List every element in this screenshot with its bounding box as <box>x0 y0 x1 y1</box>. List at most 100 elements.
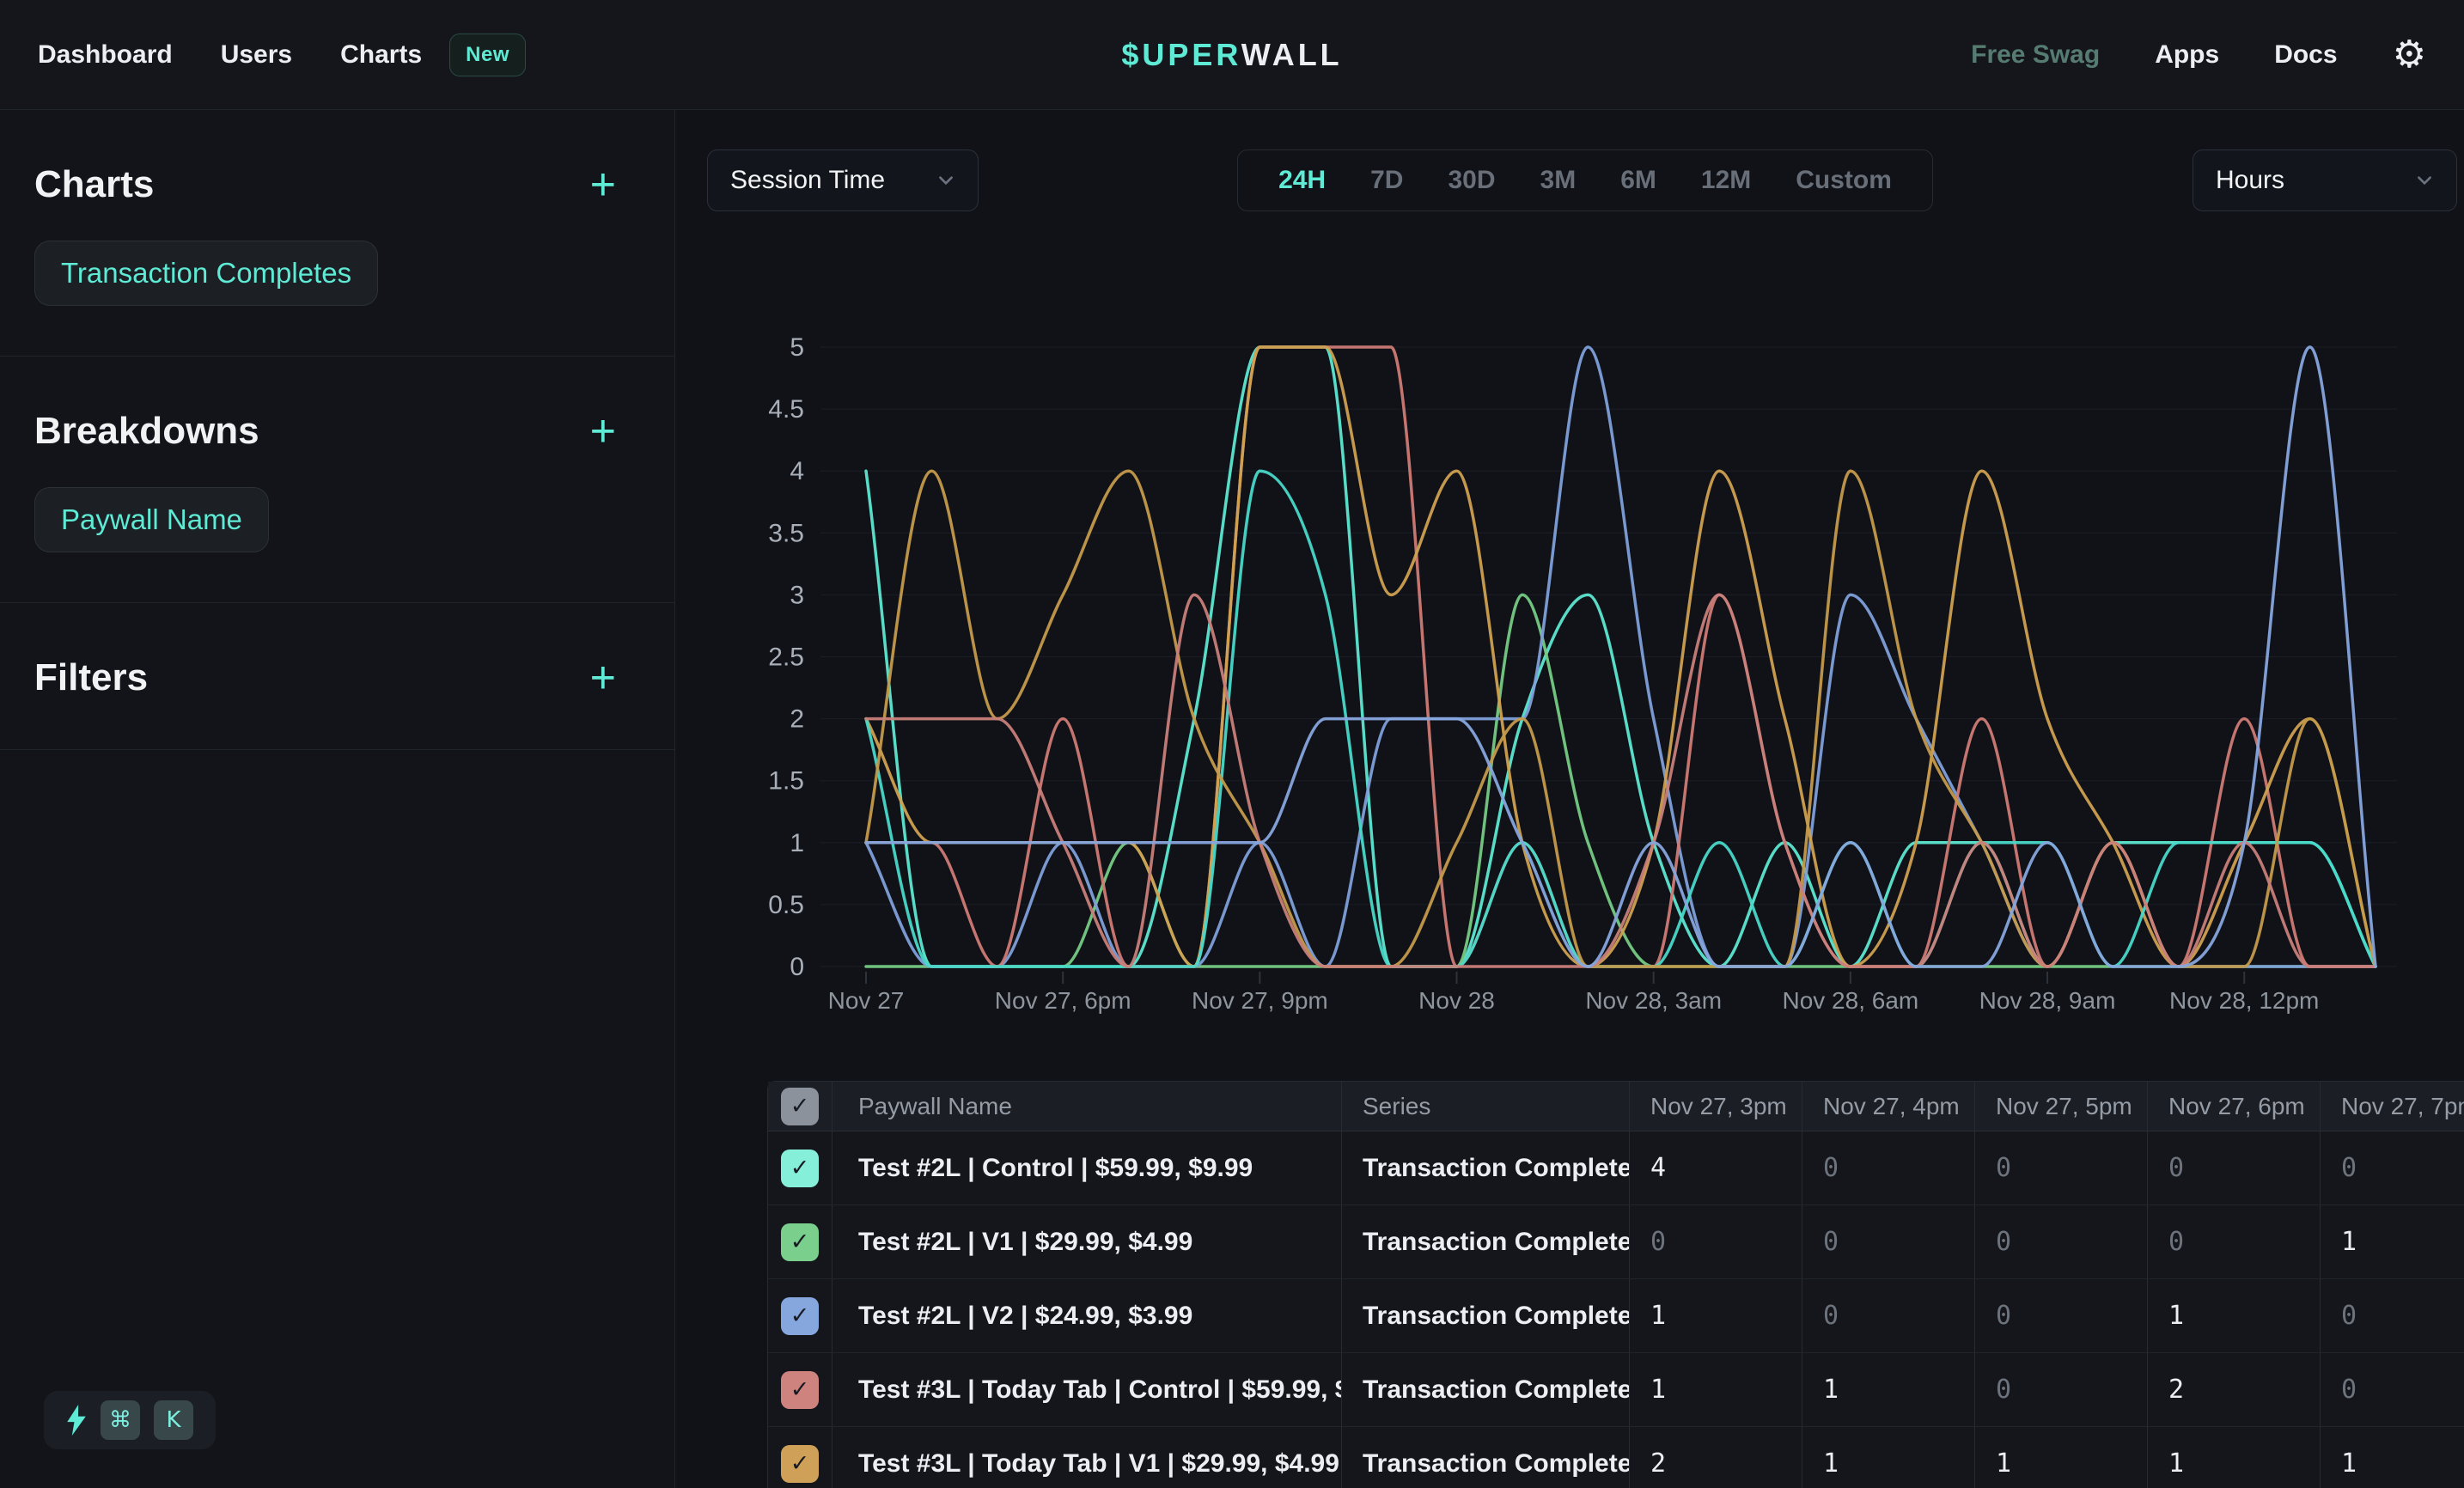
value-cell: 1 <box>1975 1427 2148 1488</box>
x-axis-tick-label: Nov 27, 9pm <box>1192 987 1328 1014</box>
add-chart-button[interactable]: + <box>590 168 640 202</box>
value-cell: 0 <box>2148 1131 2321 1204</box>
value-cell: 0 <box>1975 1131 2148 1204</box>
add-breakdown-button[interactable]: + <box>590 414 640 448</box>
value-cell: 0 <box>1802 1131 1975 1204</box>
header-checkbox-cell: ✓ <box>768 1082 833 1131</box>
add-filter-button[interactable]: + <box>590 661 640 695</box>
nav-free-swag[interactable]: Free Swag <box>1971 40 2100 70</box>
nav-apps[interactable]: Apps <box>2155 40 2219 70</box>
main-content: Session Time 24H 7D 30D 3M 6M 12M Custom Hours… <box>675 110 2464 1488</box>
select-all-checkbox[interactable]: ✓ <box>781 1088 819 1125</box>
row-checkbox-cell: ✓ <box>768 1131 833 1204</box>
logo-teal-part: $UPER <box>1121 37 1241 72</box>
breakdowns-section-title: Breakdowns <box>34 410 259 453</box>
paywall-name-cell: Test #2L | Control | $59.99, $9.99 <box>833 1131 1342 1204</box>
row-checkbox[interactable]: ✓ <box>781 1445 819 1483</box>
value-cell: 1 <box>2321 1205 2464 1278</box>
nav-charts[interactable]: Charts <box>340 40 422 70</box>
new-badge: New <box>449 34 526 76</box>
value-cell: 0 <box>1802 1279 1975 1352</box>
row-checkbox[interactable]: ✓ <box>781 1223 819 1261</box>
tab-7d[interactable]: 7D <box>1370 166 1403 195</box>
filters-section-title: Filters <box>34 656 148 699</box>
sidebar: Charts + Transaction Completes Breakdown… <box>0 110 675 1488</box>
value-cell: 2 <box>1630 1427 1802 1488</box>
paywall-name-cell: Test #2L | V2 | $24.99, $3.99 <box>833 1279 1342 1352</box>
x-axis-tick-label: Nov 28, 12pm <box>2169 987 2319 1014</box>
logo-white-part: WALL <box>1241 37 1343 72</box>
tab-6m[interactable]: 6M <box>1620 166 1656 195</box>
chip-transaction-completes[interactable]: Transaction Completes <box>34 241 378 306</box>
series-cell: Transaction Completes <box>1342 1353 1630 1426</box>
row-checkbox-cell: ✓ <box>768 1427 833 1488</box>
value-cell: 0 <box>1975 1353 2148 1426</box>
row-checkbox[interactable]: ✓ <box>781 1150 819 1187</box>
series-cell: Transaction Completes <box>1342 1427 1630 1488</box>
line-chart: 00.511.522.533.544.55Nov 27Nov 27, 6pmNo… <box>756 318 2440 1040</box>
top-nav: Dashboard Users Charts New $UPERWALL Fre… <box>0 0 2464 110</box>
tab-3m[interactable]: 3M <box>1540 166 1577 195</box>
tab-custom[interactable]: Custom <box>1796 166 1892 195</box>
value-cell: 0 <box>2321 1279 2464 1352</box>
row-checkbox-cell: ✓ <box>768 1279 833 1352</box>
row-checkbox[interactable]: ✓ <box>781 1297 819 1335</box>
paywall-name-cell: Test #2L | V1 | $29.99, $4.99 <box>833 1205 1342 1278</box>
value-cell: 4 <box>1630 1131 1802 1204</box>
column-header-time[interactable]: Nov 27, 7pm <box>2321 1082 2464 1131</box>
sidebar-section-filters: Filters + <box>0 603 674 750</box>
nav-users[interactable]: Users <box>221 40 292 70</box>
series-cell: Transaction Completes <box>1342 1131 1630 1204</box>
nav-dashboard[interactable]: Dashboard <box>38 40 173 70</box>
value-cell: 0 <box>2148 1205 2321 1278</box>
tab-24h[interactable]: 24H <box>1278 166 1326 195</box>
value-cell: 1 <box>1630 1353 1802 1426</box>
value-cell: 1 <box>1802 1353 1975 1426</box>
unit-select-value: Hours <box>2216 166 2284 195</box>
value-cell: 0 <box>2321 1131 2464 1204</box>
unit-select[interactable]: Hours <box>2193 149 2457 211</box>
date-range-tabs: 24H 7D 30D 3M 6M 12M Custom <box>1237 149 1933 211</box>
y-axis-tick-label: 4.5 <box>768 395 804 424</box>
chevron-down-icon <box>2415 171 2434 190</box>
value-cell: 2 <box>2148 1353 2321 1426</box>
y-axis-tick-label: 1 <box>790 829 804 857</box>
y-axis-tick-label: 5 <box>790 333 804 362</box>
value-cell: 0 <box>1975 1205 2148 1278</box>
tab-12m[interactable]: 12M <box>1701 166 1751 195</box>
column-header-time[interactable]: Nov 27, 6pm <box>2148 1082 2321 1131</box>
value-cell: 1 <box>2321 1427 2464 1488</box>
breakdown-table: ✓ Paywall NameSeriesNov 27, 3pmNov 27, 4p… <box>767 1081 2464 1488</box>
chevron-down-icon <box>936 171 955 190</box>
tab-30d[interactable]: 30D <box>1448 166 1495 195</box>
table-row: ✓ Test #2L | Control | $59.99, $9.99Trans… <box>768 1131 2464 1205</box>
chip-paywall-name[interactable]: Paywall Name <box>34 487 269 552</box>
column-header-series[interactable]: Series <box>1342 1082 1630 1131</box>
command-palette-shortcut[interactable]: ⌘ K <box>44 1391 216 1449</box>
column-header-time[interactable]: Nov 27, 5pm <box>1975 1082 2148 1131</box>
row-checkbox[interactable]: ✓ <box>781 1371 819 1409</box>
cmd-key-icon: ⌘ <box>101 1400 140 1440</box>
y-axis-tick-label: 4 <box>790 457 804 485</box>
column-header-paywall-name[interactable]: Paywall Name <box>833 1082 1342 1131</box>
sidebar-section-breakdowns: Breakdowns + Paywall Name <box>0 357 674 603</box>
table-row: ✓ Test #3L | Today Tab | Control | $59.99… <box>768 1353 2464 1427</box>
y-axis-tick-label: 3 <box>790 581 804 609</box>
nav-docs[interactable]: Docs <box>2274 40 2337 70</box>
settings-gear-icon[interactable]: ⚙ <box>2393 36 2426 74</box>
y-axis-tick-label: 3.5 <box>768 519 804 547</box>
column-header-time[interactable]: Nov 27, 4pm <box>1802 1082 1975 1131</box>
lightning-bolt-icon <box>66 1405 87 1436</box>
value-cell: 0 <box>1975 1279 2148 1352</box>
y-axis-tick-label: 2.5 <box>768 643 804 672</box>
column-header-time[interactable]: Nov 27, 3pm <box>1630 1082 1802 1131</box>
breakdown-table-container: ✓ Paywall NameSeriesNov 27, 3pmNov 27, 4p… <box>767 1081 2464 1488</box>
table-header-row: ✓ Paywall NameSeriesNov 27, 3pmNov 27, 4p… <box>768 1082 2464 1131</box>
value-cell: 0 <box>1802 1205 1975 1278</box>
app-window: Dashboard Users Charts New $UPERWALL Fre… <box>0 0 2464 1488</box>
value-cell: 1 <box>2148 1279 2321 1352</box>
superwall-logo[interactable]: $UPERWALL <box>1121 37 1342 73</box>
y-axis-tick-label: 2 <box>790 705 804 734</box>
paywall-name-cell: Test #3L | Today Tab | Control | $59.99,… <box>833 1353 1342 1426</box>
metric-select[interactable]: Session Time <box>707 149 979 211</box>
